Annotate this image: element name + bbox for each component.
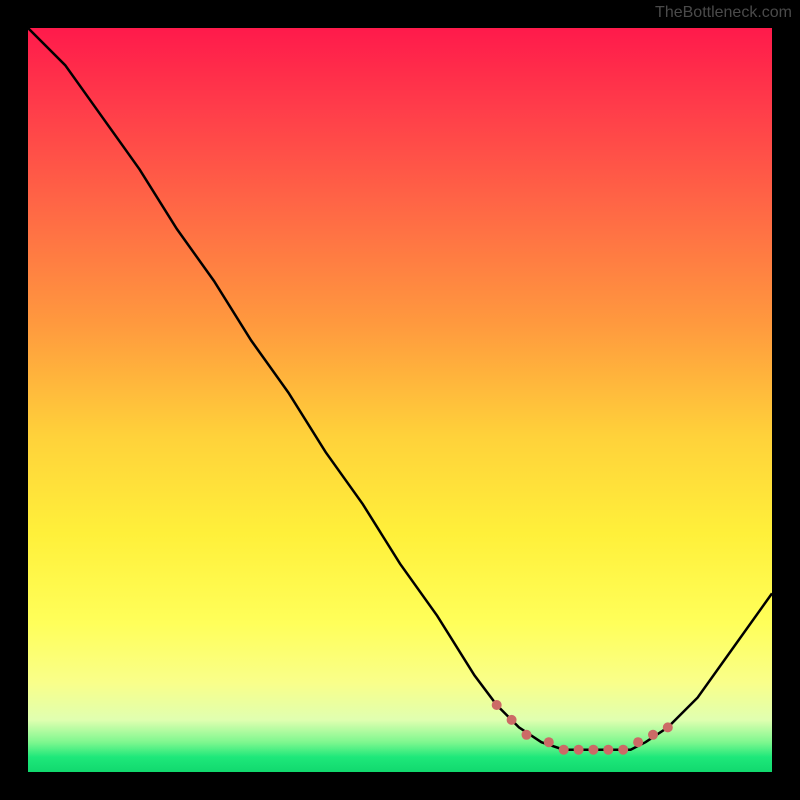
- data-marker: [492, 700, 502, 710]
- data-marker: [603, 745, 613, 755]
- data-marker: [544, 737, 554, 747]
- data-marker: [522, 730, 532, 740]
- data-marker: [663, 722, 673, 732]
- data-marker: [588, 745, 598, 755]
- data-marker: [559, 745, 569, 755]
- chart-frame: TheBottleneck.com: [0, 0, 800, 800]
- bottleneck-curve: [28, 28, 772, 750]
- curve-layer: [28, 28, 772, 772]
- data-marker: [633, 737, 643, 747]
- attribution-text: TheBottleneck.com: [655, 4, 792, 22]
- data-marker: [648, 730, 658, 740]
- data-marker: [507, 715, 517, 725]
- data-marker: [574, 745, 584, 755]
- data-marker: [618, 745, 628, 755]
